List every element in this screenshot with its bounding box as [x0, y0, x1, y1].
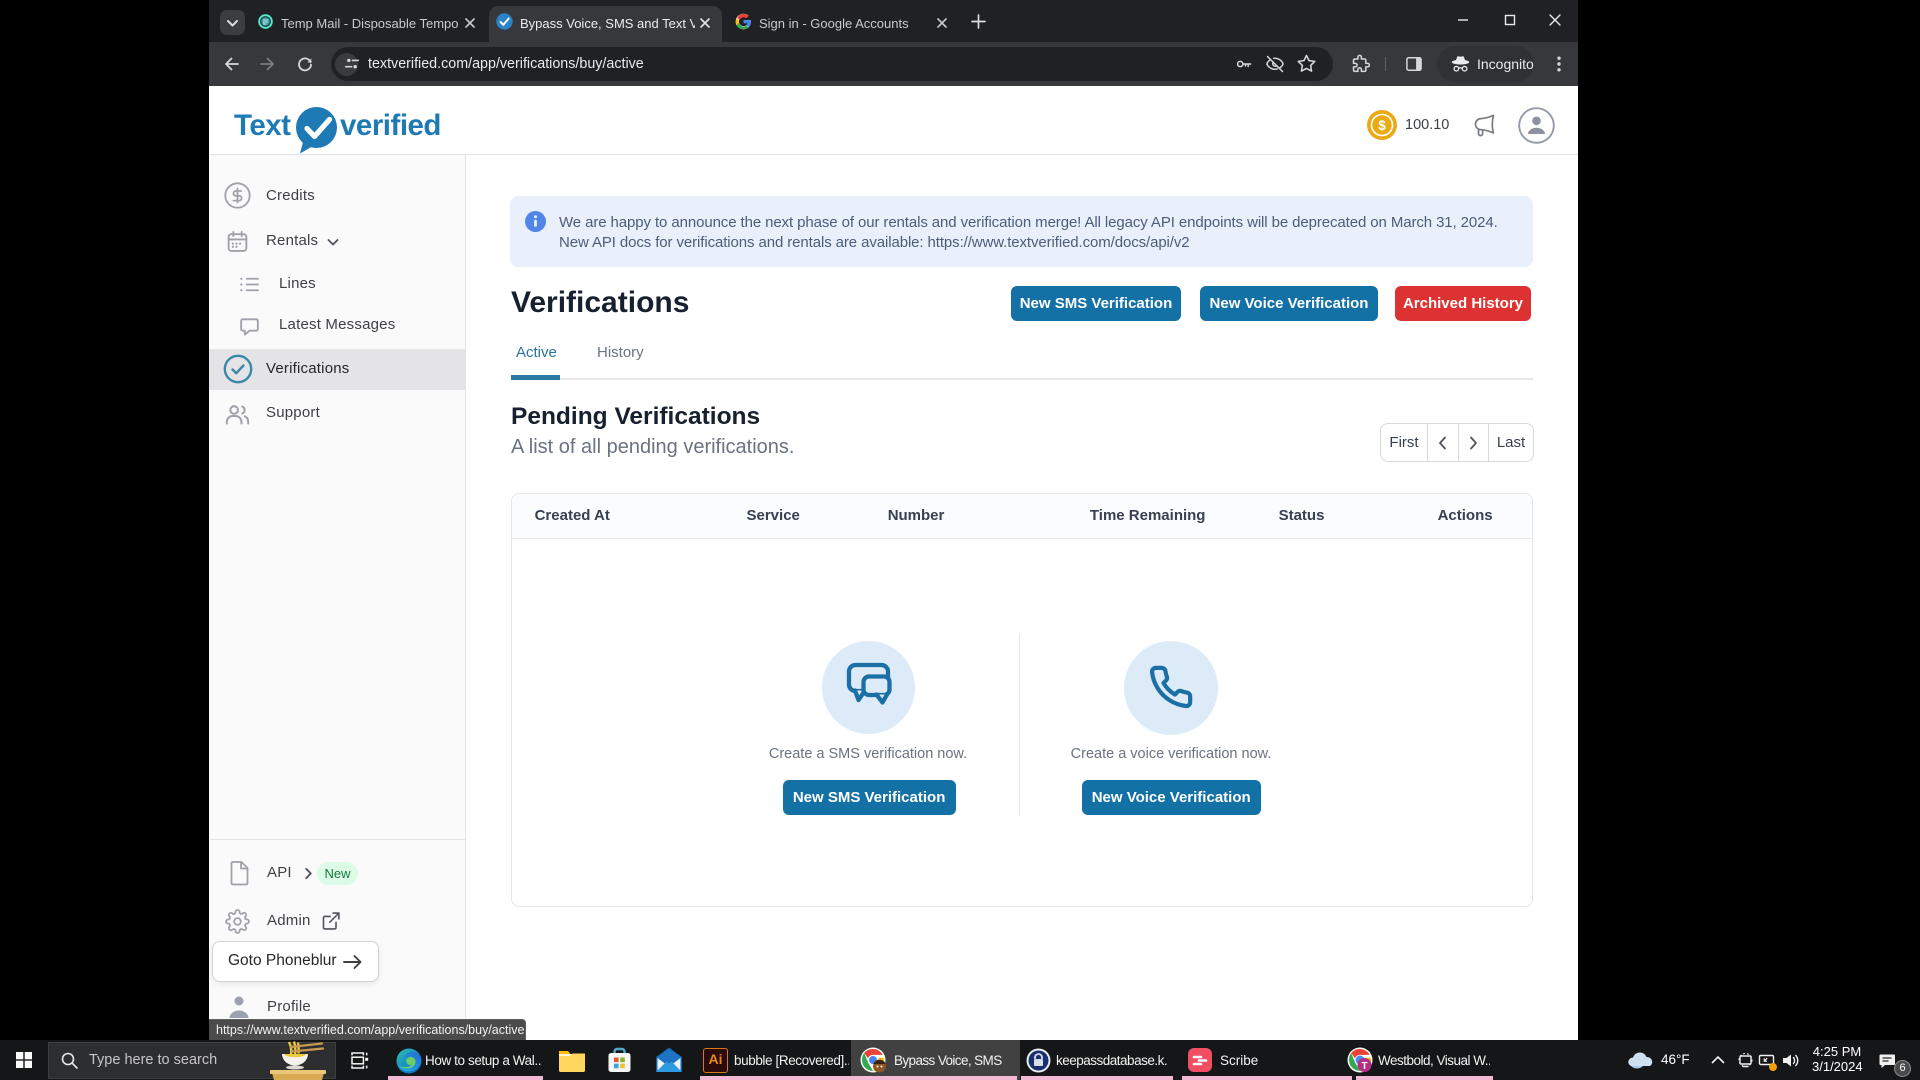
svg-text:T: T	[1361, 1061, 1367, 1072]
svg-text:$: $	[1378, 118, 1386, 133]
